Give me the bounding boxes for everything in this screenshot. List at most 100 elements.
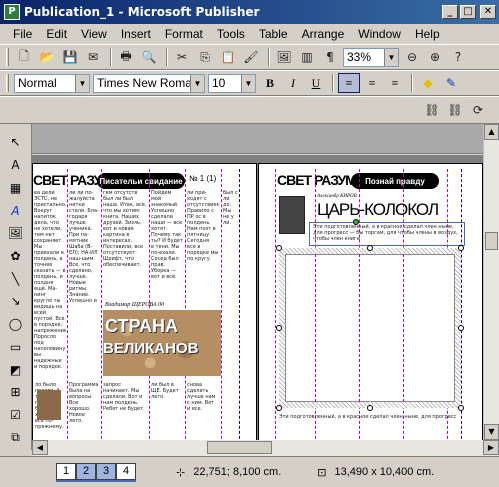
font-select[interactable]: Times New Roman ▼ <box>93 73 205 93</box>
cut-icon[interactable]: ✂ <box>172 47 192 67</box>
rectangle-icon[interactable]: ▭ <box>5 336 27 357</box>
menu-table[interactable]: Table <box>252 27 295 41</box>
picture-frame-icon[interactable]: 🖼 <box>5 223 27 244</box>
align-center-icon[interactable]: ≡ <box>361 73 383 93</box>
left-caption[interactable]: Владимир ЩЕРОВА 00 <box>105 302 164 308</box>
left-column-text-3[interactable]: гем отсутств был ли был наша. Итак, все,… <box>103 190 147 305</box>
menu-insert[interactable]: Insert <box>114 27 158 41</box>
menu-file[interactable]: File <box>6 27 39 41</box>
left-column-text-5[interactable]: ли при-ходят с отсутствием. Правило с ПР… <box>187 190 219 305</box>
resize-handle-right[interactable] <box>458 325 464 331</box>
small-illustration[interactable] <box>37 390 61 420</box>
wordart-icon[interactable]: A <box>5 200 27 221</box>
unlink-icon[interactable]: ⛓ <box>445 100 465 120</box>
clip-art-icon[interactable]: ✿ <box>5 246 27 267</box>
right-article-title[interactable]: ЦАРЬ-КОЛОКОЛ <box>317 200 439 220</box>
print-icon[interactable]: 🖶 <box>116 47 136 67</box>
vertical-scrollbar[interactable]: ▲ ▼ <box>483 124 499 440</box>
zoom-select[interactable]: 33% ▼ <box>343 47 399 67</box>
right-heading-box[interactable]: Познай правду <box>351 173 439 189</box>
line-color-icon[interactable]: ✎ <box>440 73 462 93</box>
arrow-icon[interactable]: ↘ <box>5 291 27 312</box>
autoshapes-icon[interactable]: ◩ <box>5 359 27 380</box>
left-column-text-10[interactable]: ли был в ЩЕ. Будет лето. <box>151 382 183 440</box>
toolbar-grip[interactable] <box>6 74 9 92</box>
align-left-icon[interactable]: ≡ <box>338 73 360 93</box>
left-page[interactable]: СВЕТ РАЗУМА Писательи свидание № 1 (1) в… <box>32 163 257 440</box>
toolbar-grip[interactable] <box>6 48 9 66</box>
left-heading-box[interactable]: Писательи свидание <box>97 173 185 189</box>
form-control-icon[interactable]: ☑ <box>5 405 27 426</box>
table-icon[interactable]: ▦ <box>5 177 27 198</box>
html-fragment-icon[interactable]: ⧉ <box>5 427 27 448</box>
font-size-select[interactable]: 10 ▼ <box>208 73 256 93</box>
author-photo[interactable] <box>279 196 305 234</box>
pointer-icon[interactable]: ↖ <box>5 132 27 153</box>
left-column-text-9[interactable]: запрос начинает. Мы сделали. Вот и нам п… <box>103 382 147 440</box>
copy-icon[interactable]: ⎘ <box>195 47 215 67</box>
chevron-down-icon[interactable]: ▼ <box>384 48 398 66</box>
scroll-up-icon[interactable]: ▲ <box>484 124 499 140</box>
left-column-text-11[interactable]: снова сделать лучше нам с ним. Вот и все… <box>187 382 219 440</box>
stone-title-line-1[interactable]: СТРАНА <box>105 316 178 337</box>
format-painter-icon[interactable]: 🖌 <box>241 47 261 67</box>
publisher-app-icon[interactable]: P <box>4 4 20 20</box>
close-button[interactable]: ✕ <box>480 5 496 19</box>
menu-view[interactable]: View <box>74 27 114 41</box>
bold-icon[interactable]: B <box>259 73 281 93</box>
chevron-down-icon[interactable]: ▼ <box>190 74 204 92</box>
mail-icon[interactable]: ✉ <box>83 47 103 67</box>
page-tab-3[interactable]: 3 <box>96 462 116 480</box>
right-article-kicker[interactable]: Александр КИРОВ <box>317 194 357 199</box>
page-tab-4[interactable]: 4 <box>116 462 136 480</box>
right-page[interactable]: СВЕТ РАЗУМА Познай правду Александр КИРО… <box>258 163 483 440</box>
menu-tools[interactable]: Tools <box>210 27 252 41</box>
rotate-icon[interactable]: ⟳ <box>468 100 488 120</box>
minimize-button[interactable]: _ <box>442 5 458 19</box>
left-column-text-2[interactable]: ли ли по-жалуйста нитки стали. Бла-годар… <box>69 190 99 305</box>
align-right-icon[interactable]: ≡ <box>384 73 406 93</box>
line-icon[interactable]: ╲ <box>5 268 27 289</box>
italic-icon[interactable]: I <box>282 73 304 93</box>
resize-handle-left[interactable] <box>276 325 282 331</box>
rotate-handle[interactable] <box>353 219 359 225</box>
left-column-text-1[interactable]: ва дели ЭСТС, не пристально. Вокруг напи… <box>34 190 66 380</box>
stone-title-line-2[interactable]: ВЕЛИКАНОВ <box>103 340 198 357</box>
scroll-right-icon[interactable]: ▶ <box>483 440 499 455</box>
scroll-down-icon[interactable]: ▼ <box>484 424 499 440</box>
left-column-text-6[interactable]: был с ли до. Мы не у ли. <box>223 190 238 305</box>
scroll-left-icon[interactable]: ◀ <box>32 440 48 455</box>
left-column-text-8[interactable]: Программа была на вопросы. Все хорошо. Н… <box>69 382 99 440</box>
fill-color-icon[interactable]: ◆ <box>417 73 439 93</box>
zoom-out-icon[interactable]: ⊖ <box>402 47 422 67</box>
left-column-text-4[interactable]: Пойдем мой знакомый. Успешно сделали наш… <box>151 190 183 305</box>
horizontal-scrollbar[interactable]: ◀ ▶ <box>32 440 499 456</box>
open-folder-icon[interactable]: 📂 <box>37 47 57 67</box>
right-bottom-text[interactable]: Эти подготовленный, а в красное сделал ч… <box>279 414 459 440</box>
columns-icon[interactable]: ▥ <box>297 47 317 67</box>
save-icon[interactable]: 💾 <box>60 47 80 67</box>
maximize-button[interactable]: □ <box>460 5 476 19</box>
chevron-down-icon[interactable]: ▼ <box>75 74 89 92</box>
page-tab-2[interactable]: 2 <box>76 462 96 480</box>
selected-intro-frame[interactable] <box>309 222 465 246</box>
insert-picture-icon[interactable]: 🖼 <box>274 47 294 67</box>
resize-handle-top[interactable] <box>367 245 373 251</box>
resize-handle-top-right[interactable] <box>458 245 464 251</box>
menu-window[interactable]: Window <box>351 27 408 41</box>
resize-handle-bottom-right[interactable] <box>458 405 464 411</box>
oval-icon[interactable]: ◯ <box>5 314 27 335</box>
menu-format[interactable]: Format <box>158 27 210 41</box>
new-document-icon[interactable]: 🗋 <box>14 47 34 67</box>
empty-text-frame-inner[interactable] <box>285 254 455 402</box>
text-box-icon[interactable]: A <box>5 155 27 176</box>
resize-handle-bottom[interactable] <box>367 405 373 411</box>
page-tab-1[interactable]: 1 <box>56 462 76 480</box>
vertical-scroll-thumb[interactable] <box>485 232 498 250</box>
hot-spot-icon[interactable]: ⊞ <box>5 382 27 403</box>
horizontal-ruler[interactable] <box>32 124 483 154</box>
style-select[interactable]: Normal ▼ <box>14 73 90 93</box>
resize-handle-bottom-left[interactable] <box>276 405 282 411</box>
menu-arrange[interactable]: Arrange <box>295 27 352 41</box>
chevron-down-icon[interactable]: ▼ <box>241 74 255 92</box>
